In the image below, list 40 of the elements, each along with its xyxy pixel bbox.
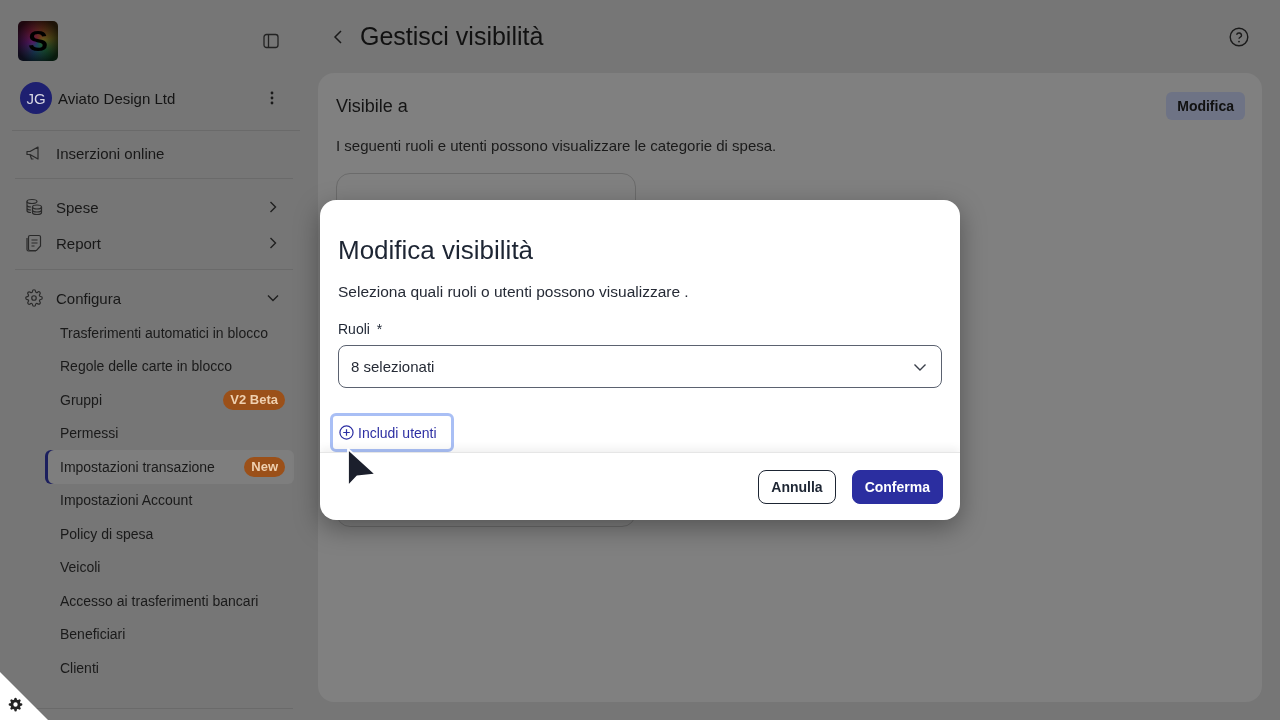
dialog-title: Modifica visibilità [338, 234, 534, 266]
help-icon[interactable] [1229, 26, 1249, 47]
settings-icon[interactable] [8, 697, 23, 712]
nav-subitem[interactable]: Veicoli [45, 550, 294, 584]
card-description: I seguenti ruoli e utenti possono visualizzare le categorie di spesa. [336, 136, 778, 156]
settings-icon [25, 289, 43, 307]
nav-item[interactable]: Configura [0, 280, 300, 316]
app-logo: S [18, 21, 58, 61]
nav-item[interactable]: Inserzioni online [0, 135, 300, 171]
document-icon [25, 234, 43, 252]
coins-icon [25, 198, 43, 216]
nav-subitem[interactable]: Clienti [45, 651, 294, 685]
nav-item[interactable]: Spese [0, 189, 300, 225]
nav-item[interactable]: Report [0, 225, 300, 261]
page-title: Gestisci visibilità [360, 22, 545, 51]
sidebar-toggle-icon[interactable] [263, 33, 279, 49]
nav-subitem[interactable]: Beneficiari [45, 617, 294, 651]
roles-select[interactable]: 8 selezionati [338, 345, 942, 388]
field-label: Ruoli * [338, 320, 383, 339]
nav-subitem[interactable]: Trasferimenti automatici in blocco [45, 316, 294, 350]
more-options-icon[interactable] [270, 91, 274, 105]
nav-subitem[interactable]: Accesso ai trasferimenti bancari [45, 584, 294, 618]
account-name: Aviato Design Ltd [58, 89, 177, 107]
card-title: Visibile a [336, 95, 408, 117]
nav-subitem[interactable]: Impostazioni Account [45, 483, 294, 517]
confirm-button[interactable]: Conferma [851, 469, 943, 504]
cancel-button[interactable]: Annulla [758, 469, 836, 504]
edit-button[interactable]: Modifica [1166, 92, 1245, 120]
avatar: JG [20, 82, 52, 114]
nav-subitem[interactable]: Policy di spesa [45, 517, 294, 551]
add-icon [339, 425, 354, 440]
nav-subitem[interactable]: Regole delle carte in blocco [45, 349, 294, 383]
back-icon[interactable] [333, 28, 343, 45]
nav-subitem[interactable]: Impostazioni transazione New [45, 450, 294, 484]
status-badge: New [244, 456, 285, 477]
nav-subitem[interactable]: Permessi [45, 416, 294, 450]
dialog-description: Seleziona quali ruoli o utenti possono visualizzare . [338, 282, 689, 302]
nav-subitem[interactable]: Gruppi V2 Beta [45, 383, 294, 417]
include-users-link[interactable]: Includi utenti [330, 413, 454, 452]
status-badge: V2 Beta [223, 389, 285, 410]
